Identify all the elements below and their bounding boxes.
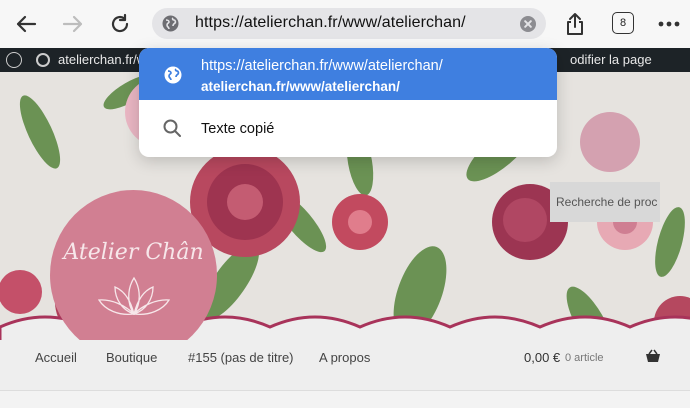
suggestion-item-copied-text[interactable]: Texte copié xyxy=(139,100,557,157)
url-input[interactable]: https://atelierchan.fr/www/atelierchan/ xyxy=(195,14,466,32)
cart-total[interactable]: 0,00 € xyxy=(524,350,560,365)
tabs-button[interactable]: 8 xyxy=(612,12,634,34)
browser-toolbar: https://atelierchan.fr/www/atelierchan/ … xyxy=(0,0,690,48)
nav-item-a-propos[interactable]: A propos xyxy=(319,350,370,365)
logo-text: Atelier Chân xyxy=(63,240,204,265)
clear-icon[interactable] xyxy=(520,16,536,32)
url-suggestions-dropdown: https://atelierchan.fr/www/atelierchan/ … xyxy=(139,48,557,157)
page-bottom-strip xyxy=(0,390,690,408)
cart-count[interactable]: 0 article xyxy=(565,352,604,364)
reload-button[interactable] xyxy=(104,8,136,40)
nav-item-accueil[interactable]: Accueil xyxy=(35,350,77,365)
globe-icon xyxy=(162,15,179,32)
basket-icon[interactable] xyxy=(645,349,661,363)
address-bar[interactable]: https://atelierchan.fr/www/atelierchan/ xyxy=(152,8,546,39)
product-search-input[interactable]: Recherche de proc xyxy=(550,182,660,222)
share-button[interactable] xyxy=(559,8,591,40)
nav-item-155[interactable]: #155 (pas de titre) xyxy=(188,350,294,365)
wordpress-icon[interactable] xyxy=(6,52,22,68)
search-icon xyxy=(163,119,181,137)
suggestion-title: Texte copié xyxy=(201,121,275,137)
suggestion-item-url[interactable]: https://atelierchan.fr/www/atelierchan/ … xyxy=(139,48,557,100)
lotus-icon xyxy=(97,276,171,316)
nav-item-boutique[interactable]: Boutique xyxy=(106,350,157,365)
suggestion-subtitle: atelierchan.fr/www/atelierchan/ xyxy=(201,79,400,94)
more-icon[interactable] xyxy=(653,8,685,40)
back-button[interactable] xyxy=(10,8,42,40)
suggestion-title: https://atelierchan.fr/www/atelierchan/ xyxy=(201,58,443,74)
globe-icon xyxy=(164,66,182,84)
admin-edit-page-link[interactable]: odifier la page xyxy=(570,52,652,67)
forward-button[interactable] xyxy=(57,8,89,40)
main-nav: Accueil Boutique #155 (pas de titre) A p… xyxy=(0,340,690,392)
dashboard-icon[interactable] xyxy=(36,53,50,67)
